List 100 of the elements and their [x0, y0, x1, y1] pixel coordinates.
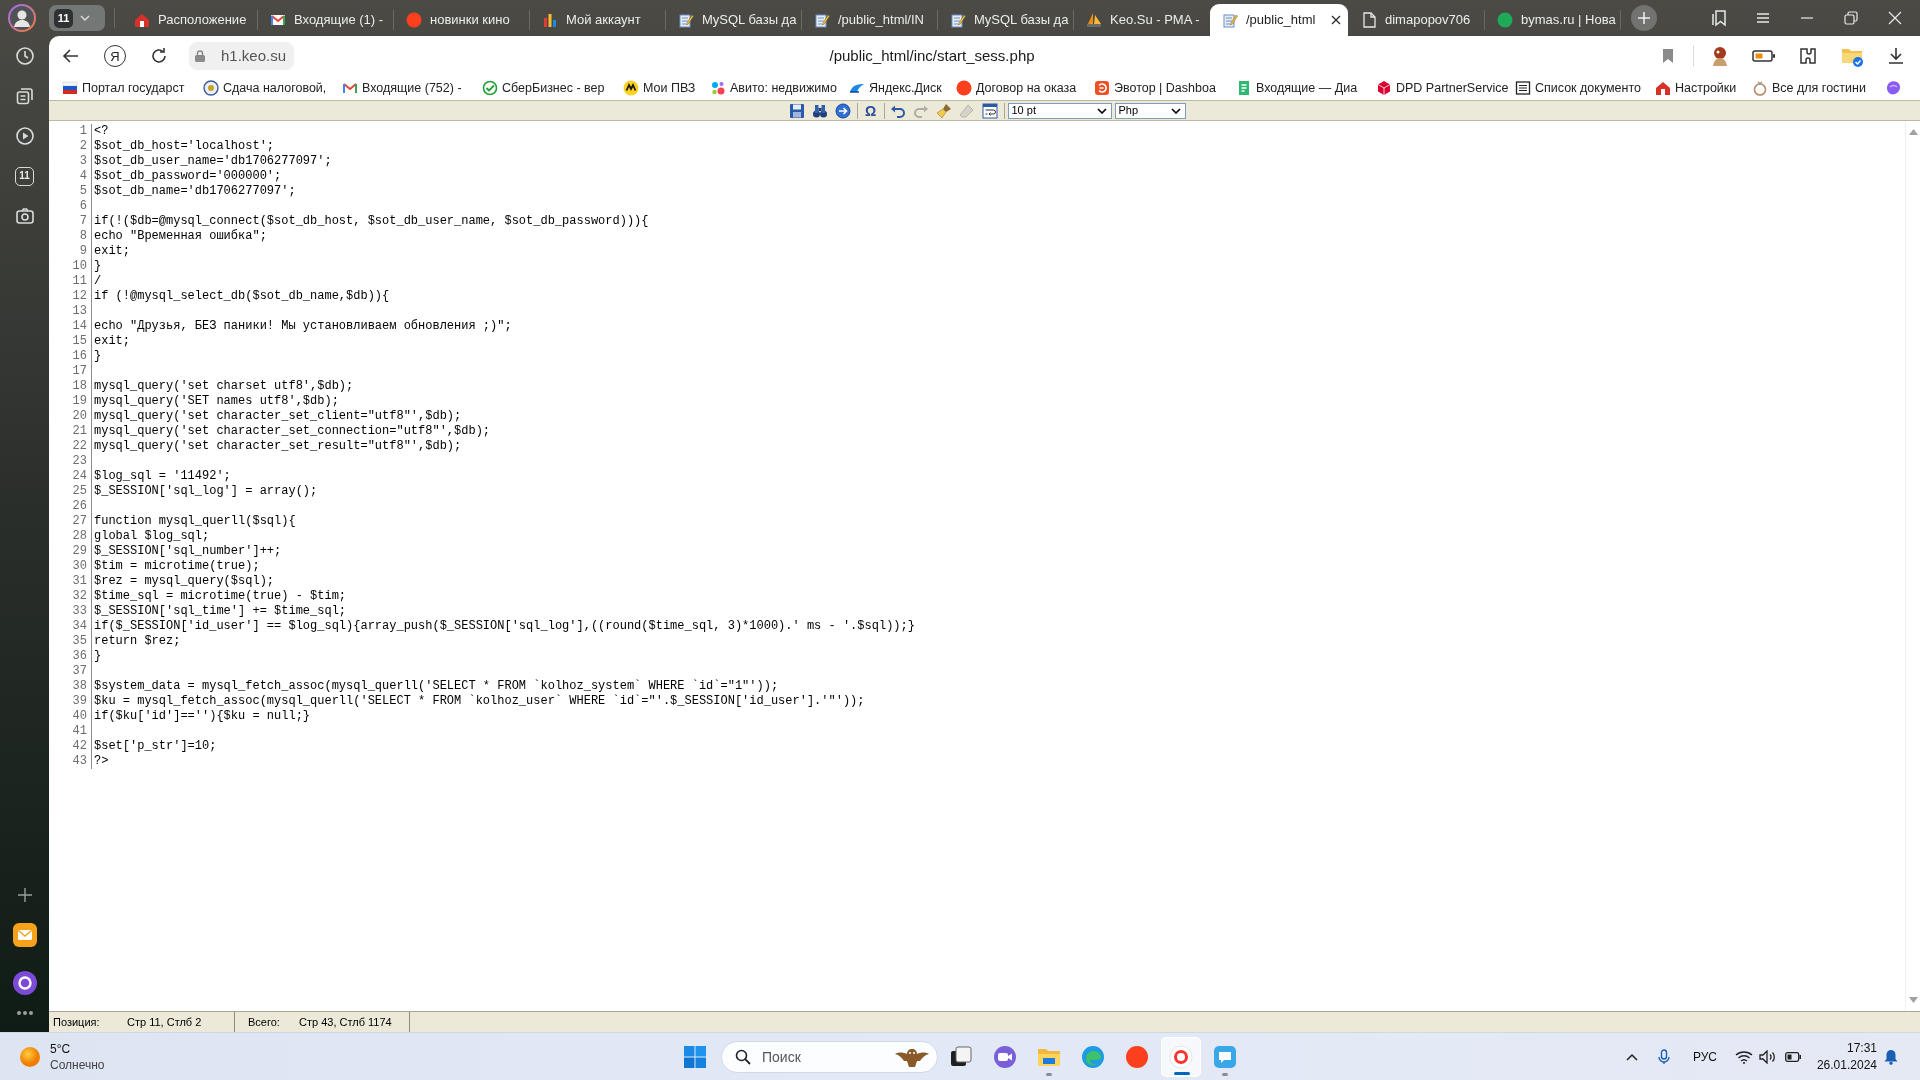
cards-icon[interactable] — [14, 86, 35, 106]
reload-icon[interactable] — [149, 46, 169, 66]
code-line: / — [91, 274, 102, 289]
zigzag-icon — [623, 80, 639, 96]
bookmark[interactable]: СберБизнес - вер — [482, 78, 605, 98]
code-line: echo "Друзья, БЕЗ паники! Мы установливаем обновления ;)"; — [91, 319, 512, 334]
bookmark[interactable]: DPD PartnerService — [1376, 78, 1509, 98]
bookmark[interactable]: Портал государст — [62, 78, 185, 98]
house-icon — [134, 12, 150, 28]
mail-icon[interactable] — [12, 923, 37, 947]
avatar-icon[interactable] — [8, 4, 36, 32]
plus-icon[interactable] — [16, 887, 33, 903]
line-number: 37 — [71, 664, 88, 679]
language-select[interactable]: Php — [1114, 102, 1186, 119]
tab[interactable]: новинки кино — [394, 4, 529, 36]
plus-icon — [1638, 12, 1650, 24]
symbol-button[interactable]: Ω — [859, 101, 882, 120]
line-number: 9 — [78, 244, 88, 259]
emblem-icon — [203, 80, 219, 96]
line-number: 16 — [71, 349, 88, 364]
bookmark[interactable]: Яндекс.Диск — [849, 78, 942, 98]
bookmark[interactable]: Список документо — [1515, 78, 1641, 98]
line-number: 22 — [71, 439, 88, 454]
tab[interactable]: Входящие (1) - — [258, 4, 393, 36]
blob-icon[interactable] — [1884, 79, 1902, 97]
tab[interactable]: Расположение — [122, 4, 257, 36]
code-line: $_SESSION['sql_number']++; — [91, 544, 282, 559]
caret-down-icon — [1170, 107, 1181, 114]
search-field[interactable]: Поиск — [721, 1040, 938, 1073]
page-title: /public_html/inc/start_sess.php — [829, 45, 1035, 66]
code-line: if(!($db=@mysql_connect($sot_db_host, $sot_db_user_name, $sot_db_password))){ — [91, 214, 649, 229]
bookmarks-icon[interactable] — [1710, 9, 1728, 27]
play-icon[interactable] — [14, 126, 35, 146]
flag-icon — [62, 80, 78, 96]
tab[interactable]: /public_html — [1210, 4, 1348, 36]
code-line: mysql_query('SET names utf8',$db); — [91, 394, 339, 409]
puzzle-icon[interactable] — [1797, 45, 1819, 67]
bookmark-icon[interactable] — [1660, 48, 1676, 64]
wifi-icon[interactable] — [1734, 1049, 1753, 1064]
arrow-circle-icon[interactable] — [835, 102, 851, 119]
bell-icon[interactable] — [1884, 1048, 1898, 1065]
clock-date[interactable]: 26.01.2024 — [1816, 1056, 1877, 1074]
bookmark[interactable]: Все для гостини — [1752, 78, 1866, 98]
menu-icon[interactable] — [1755, 10, 1771, 26]
speaker-icon[interactable] — [1758, 1049, 1777, 1064]
caret-up-icon[interactable] — [1908, 129, 1918, 135]
start-icon[interactable] — [684, 1045, 706, 1068]
ring-icon[interactable] — [12, 971, 37, 995]
tab-count-button[interactable]: 11 — [49, 5, 105, 31]
wrap-icon[interactable] — [982, 102, 998, 119]
disc-icon — [956, 80, 972, 96]
line-number: 26 — [71, 499, 88, 514]
line-number: 1 — [78, 124, 88, 139]
caret-down-icon[interactable] — [1908, 997, 1918, 1003]
chart-icon — [542, 12, 558, 28]
code-line: if (!@mysql_select_db($sot_db_name,$db)){ — [91, 289, 390, 304]
tab[interactable]: Мой аккаунт — [530, 4, 665, 36]
close-icon[interactable] — [1331, 15, 1342, 25]
tabs-button[interactable]: 11 — [15, 166, 34, 186]
bookmark[interactable]: Настройки — [1655, 78, 1737, 98]
clock-time[interactable]: 17:31 — [1846, 1039, 1877, 1057]
document-icon — [1236, 80, 1252, 96]
line-number: 19 — [71, 394, 88, 409]
logo-icon — [1094, 80, 1110, 96]
camera-icon[interactable] — [14, 206, 35, 226]
notepad-icon — [1222, 12, 1238, 28]
battery-icon[interactable] — [1752, 49, 1776, 63]
tab[interactable]: bymas.ru | Нова — [1485, 4, 1620, 36]
language-indicator[interactable]: РУС — [1692, 1047, 1717, 1066]
code-line: echo "Временная ошибка"; — [91, 229, 267, 244]
font-size-select[interactable]: 10 pt — [1007, 102, 1112, 119]
line-number: 8 — [78, 229, 88, 244]
bookmark[interactable]: Входящие (752) - — [342, 78, 462, 98]
address-field[interactable]: h1.keo.su — [189, 42, 295, 70]
bookmark[interactable]: Договор на оказа — [956, 78, 1077, 98]
bookmark[interactable]: Мои ПВЗ — [623, 78, 696, 98]
tab[interactable]: MySQL базы да — [938, 4, 1073, 36]
bookmark[interactable]: Входящие — Диа — [1236, 78, 1358, 98]
line-number: 14 — [71, 319, 88, 334]
save-icon[interactable] — [789, 102, 805, 119]
bookmark[interactable]: Эвотор | Dashboa — [1094, 78, 1216, 98]
tab[interactable]: /public_html/IN — [802, 4, 937, 36]
binoculars-icon[interactable] — [812, 102, 828, 119]
battery-icon[interactable] — [1784, 1051, 1801, 1062]
brush-icon[interactable] — [936, 102, 952, 119]
microphone-icon[interactable] — [1655, 1048, 1672, 1065]
code-line: <? — [91, 124, 109, 139]
bookmark[interactable]: Авито: недвижимо — [710, 78, 837, 98]
clock-icon[interactable] — [14, 46, 35, 66]
more-icon[interactable] — [15, 1010, 34, 1016]
tab[interactable]: dimapopov706 — [1349, 4, 1484, 36]
download-icon[interactable] — [1886, 46, 1906, 66]
tab[interactable]: Keo.Su - PMA - — [1074, 4, 1209, 36]
line-number: 13 — [71, 304, 88, 319]
tab[interactable]: MySQL базы да — [666, 4, 801, 36]
bookmark[interactable]: Сдача налоговой, — [203, 78, 327, 98]
code-line: $set['p_str']=10; — [91, 739, 217, 754]
new-tab-button[interactable] — [1631, 5, 1657, 31]
line-number: 28 — [71, 529, 88, 544]
restore-icon[interactable] — [1844, 11, 1858, 25]
